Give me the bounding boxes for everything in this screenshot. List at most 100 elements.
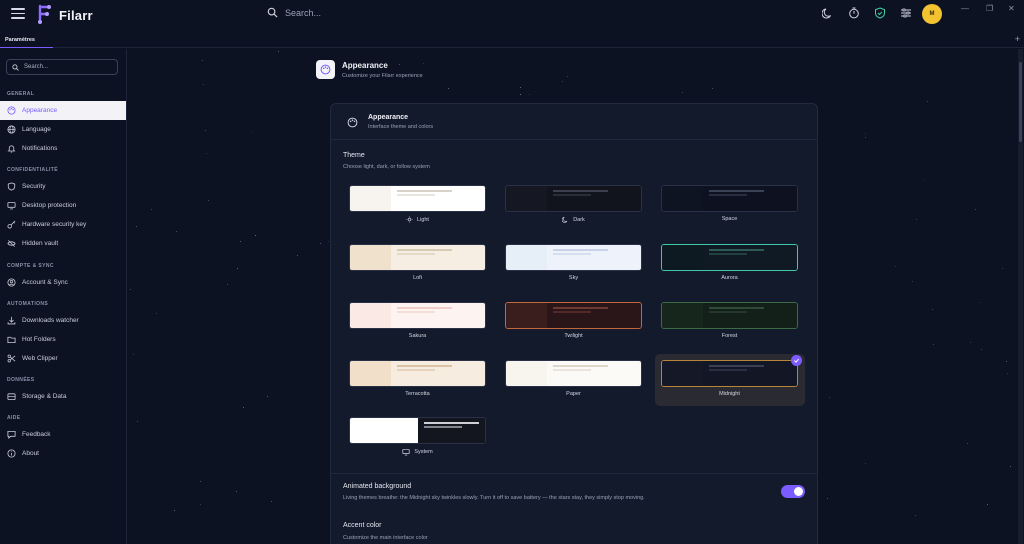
moon-icon[interactable]: [822, 7, 834, 19]
theme-option-sakura[interactable]: [349, 302, 486, 329]
window-minimize-button[interactable]: —: [961, 4, 969, 13]
star: [270, 500, 272, 502]
theme-preview-sidebar: [506, 361, 547, 386]
sidebar-item-feedback[interactable]: Feedback: [0, 425, 126, 444]
hamburger-menu-button[interactable]: [11, 8, 25, 20]
theme-preview-line: [396, 311, 435, 313]
key-icon: [7, 220, 16, 229]
theme-preview-line: [423, 422, 479, 424]
app-name: Filarr: [59, 8, 93, 23]
theme-option-sky[interactable]: [505, 244, 642, 271]
theme-option-label: Terracotta: [349, 391, 486, 397]
timer-icon[interactable]: [848, 7, 860, 19]
sidebar-item-label: Account & Sync: [22, 279, 68, 286]
theme-option-name: Light: [417, 216, 429, 223]
theme-option-terracotta[interactable]: [349, 360, 486, 387]
star: [711, 87, 713, 89]
star: [933, 343, 935, 345]
tab-parametres[interactable]: Paramètres: [0, 33, 53, 48]
sidebar-item-downloads-watcher[interactable]: Downloads watcher: [0, 311, 126, 330]
theme-preview-line: [552, 253, 591, 255]
sidebar-item-label: Hot Folders: [22, 336, 56, 343]
theme-preview-line: [396, 307, 452, 309]
star: [327, 241, 329, 243]
star: [562, 81, 564, 83]
theme-option-midnight[interactable]: [661, 360, 798, 387]
sidebar-search-input[interactable]: Search...: [6, 59, 118, 75]
accent-color-heading: Accent color: [343, 522, 382, 529]
star: [826, 498, 828, 500]
theme-preview-line: [552, 311, 591, 313]
theme-preview-sidebar: [662, 186, 703, 211]
theme-option-paper[interactable]: [505, 360, 642, 387]
star: [320, 242, 322, 244]
sidebar-item-about[interactable]: About: [0, 444, 126, 463]
scrollbar-thumb[interactable]: [1019, 62, 1022, 142]
sidebar-item-hot-folders[interactable]: Hot Folders: [0, 330, 126, 349]
theme-preview-content: [390, 361, 485, 386]
star: [206, 153, 208, 155]
page-subtitle: Customize your Filarr experience: [342, 72, 423, 79]
palette-icon: [347, 117, 358, 127]
sidebar-item-hardware-security-key[interactable]: Hardware security key: [0, 215, 126, 234]
theme-preview-sidebar: [350, 418, 418, 443]
theme-option-lofi[interactable]: [349, 244, 486, 271]
sidebar-item-desktop-protection[interactable]: Desktop protection: [0, 196, 126, 215]
theme-preview-content: [702, 303, 797, 328]
star: [894, 266, 896, 268]
theme-option-dark[interactable]: [505, 185, 642, 212]
folder-icon: [7, 336, 16, 344]
theme-option-twilight[interactable]: [505, 302, 642, 329]
theme-preview-line: [708, 249, 764, 251]
sidebar-item-security[interactable]: Security: [0, 177, 126, 196]
theme-option-name: Lofi: [413, 275, 422, 281]
theme-preview-line: [396, 190, 452, 192]
theme-option-label: Sky: [505, 275, 642, 281]
theme-preview-line: [396, 253, 435, 255]
theme-preview-line: [552, 369, 591, 371]
title-bar: Filarr Search... M — ❐ ✕: [0, 0, 1024, 30]
theme-option-name: Midnight: [719, 391, 740, 397]
animated-background-toggle[interactable]: [781, 485, 805, 498]
sidebar-item-language[interactable]: Language: [0, 120, 126, 139]
sidebar-item-account-sync[interactable]: Account & Sync: [0, 273, 126, 292]
global-search-placeholder: Search...: [285, 7, 322, 18]
star: [236, 267, 238, 269]
theme-option-aurora[interactable]: [661, 244, 798, 271]
divider: [331, 139, 817, 140]
theme-preview-line: [552, 249, 608, 251]
theme-heading: Theme: [343, 152, 365, 159]
theme-subtitle: Choose light, dark, or follow system: [343, 164, 430, 170]
user-avatar[interactable]: M: [922, 4, 942, 24]
star: [130, 288, 132, 290]
card-subtitle: Interface theme and colors: [368, 124, 434, 130]
sidebar-item-appearance[interactable]: Appearance: [0, 101, 126, 120]
star: [226, 284, 228, 286]
theme-preview-line: [396, 194, 435, 196]
section-aide: AIDE: [7, 415, 21, 421]
sidebar-item-hidden-vault[interactable]: Hidden vault: [0, 234, 126, 253]
sidebar-item-label: Web Clipper: [22, 355, 58, 362]
theme-option-forest[interactable]: [661, 302, 798, 329]
section-general: GENERAL: [7, 91, 35, 97]
window-close-button[interactable]: ✕: [1008, 4, 1015, 13]
star: [967, 443, 969, 445]
theme-preview-content: [546, 186, 641, 211]
sliders-icon[interactable]: [900, 7, 912, 19]
theme-option-system[interactable]: [349, 417, 486, 444]
shield-check-icon[interactable]: [874, 7, 886, 19]
window-maximize-button[interactable]: ❐: [986, 4, 993, 13]
new-tab-button[interactable]: +: [1015, 34, 1020, 44]
star: [174, 510, 176, 512]
star: [931, 308, 933, 310]
global-search[interactable]: Search...: [267, 7, 321, 18]
star: [969, 341, 971, 343]
theme-option-name: Sky: [568, 275, 579, 281]
sidebar-item-web-clipper[interactable]: Web Clipper: [0, 349, 126, 368]
star: [155, 313, 157, 315]
theme-option-light[interactable]: [349, 185, 486, 212]
theme-preview-sidebar: [506, 303, 547, 328]
sidebar-item-notifications[interactable]: Notifications: [0, 139, 126, 158]
theme-option-space[interactable]: [661, 185, 798, 212]
sidebar-item-storage-data[interactable]: Storage & Data: [0, 387, 126, 406]
